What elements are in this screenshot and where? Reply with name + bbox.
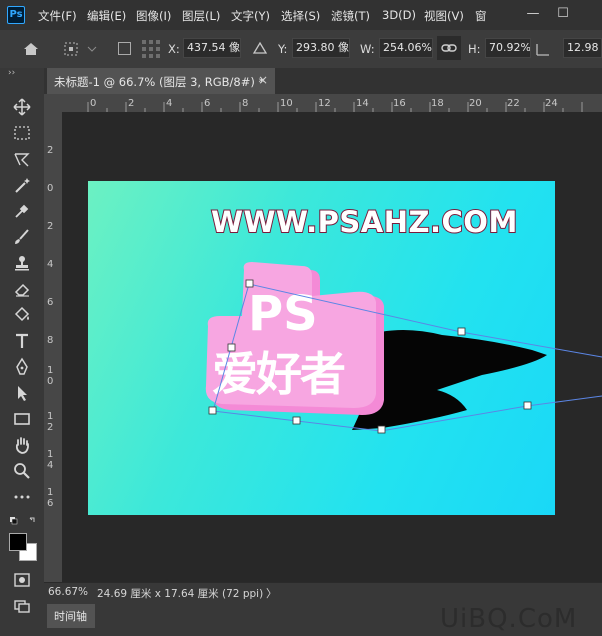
y-label: Y: [278,42,288,56]
menu-layer[interactable]: 图层(L) [182,8,220,24]
ruler-left-label: 8 [47,335,54,346]
stamp-icon[interactable] [11,253,33,273]
ruler-top-label: 12 [318,98,331,109]
rectangle-tool-icon[interactable] [11,409,33,429]
menu-image[interactable]: 图像(I) [136,8,171,24]
document-size: 24.69 厘米 x 17.64 厘米 (72 ppi) [97,588,264,600]
paint-bucket-icon[interactable] [11,305,33,325]
ruler-left-label: 2 [47,221,54,232]
ruler-left-label: 1 6 [47,487,54,509]
ruler-left-label: 6 [47,297,54,308]
ruler-top-label: 2 [128,98,135,109]
ruler-corner [44,94,62,112]
site-watermark: UiBQ.CoM [440,604,578,634]
zoom-tool-icon[interactable] [11,461,33,481]
rect-marquee-icon[interactable] [11,123,33,143]
menu-select[interactable]: 选择(S) [281,8,320,24]
menu-edit[interactable]: 编辑(E) [87,8,126,24]
minimize-button[interactable]: — [526,7,540,21]
screen-mode-icon[interactable] [11,596,33,616]
zoom-level[interactable]: 66.67% [48,586,88,598]
document-tab-title[interactable]: 未标题-1 @ 66.7% (图层 3, RGB/8#) * [54,74,264,90]
ruler-left-label: 1 2 [47,411,54,433]
default-colors-icon[interactable] [8,515,38,527]
ruler-left-label: 1 4 [47,449,54,471]
ruler-top-label: 10 [280,98,293,109]
reference-point-icon[interactable] [62,40,98,58]
w-label: W: [360,42,375,56]
menu-file[interactable]: 文件(F) [38,8,77,24]
height-field[interactable]: 70.92% [485,38,531,58]
h-label: H: [468,42,481,56]
canvas-watermark-text: WWW.PSAHZ.COM [210,204,518,240]
ruler-left-label: 0 [47,183,54,194]
lasso-icon[interactable] [11,149,33,169]
ruler-top-label: 18 [431,98,444,109]
logo-cn-text: 爱好者 [212,347,345,401]
magic-wand-icon[interactable] [11,175,33,195]
foreground-color-swatch[interactable] [9,533,27,551]
menu-3d[interactable]: 3D(D) [382,8,416,22]
move-tool-icon[interactable] [11,97,33,117]
logo-ps-text: PS [248,286,318,342]
ruler-left-label: 4 [47,259,54,270]
transform-handle[interactable] [245,279,254,288]
ruler-top-label: 6 [204,98,211,109]
menu-type[interactable]: 文字(Y) [231,8,270,24]
link-icon[interactable] [437,36,461,60]
app-logo-icon: Ps [7,6,25,24]
transform-handle[interactable] [457,327,466,336]
ruler-top-label: 22 [507,98,520,109]
transform-handle[interactable] [208,406,217,415]
canvas-artwork: PS 爱好者 [205,262,602,434]
transform-handle[interactable] [292,416,301,425]
reference-grid-icon[interactable] [140,38,162,60]
ruler-left-label: 2 [47,145,54,156]
more-tools-icon[interactable] [11,487,33,507]
use-reference-checkbox[interactable] [118,42,131,55]
chevron-right-icon[interactable]: 〉 [266,585,277,601]
maximize-button[interactable]: ☐ [556,7,570,21]
ruler-top-label: 0 [90,98,97,109]
eraser-icon[interactable] [11,279,33,299]
close-tab-icon[interactable]: × [258,73,268,87]
ruler-top-label: 16 [393,98,406,109]
hand-tool-icon[interactable] [11,435,33,455]
ruler-top-ticks [87,102,583,112]
menu-filter[interactable]: 滤镜(T) [331,8,370,24]
quick-mask-icon[interactable] [11,570,33,590]
ruler-top-label: 4 [166,98,173,109]
home-icon[interactable] [20,38,42,60]
x-label: X: [168,42,180,56]
transform-handle[interactable] [377,425,386,434]
eyedropper-icon[interactable] [11,201,33,221]
ruler-top-label: 14 [356,98,369,109]
angle-icon [534,40,552,58]
timeline-tab-label[interactable]: 时间轴 [54,608,87,624]
collapse-panel-icon[interactable]: ›› [8,68,15,78]
x-field[interactable]: 437.54 像素 [183,38,241,58]
y-field[interactable]: 293.80 像素 [292,38,350,58]
ruler-top-label: 8 [242,98,249,109]
width-field[interactable]: 254.06% [379,38,433,58]
angle-field[interactable]: 12.98 [563,38,602,58]
transform-handle[interactable] [523,401,532,410]
ruler-left-label: 1 0 [47,365,54,387]
pen-tool-icon[interactable] [11,357,33,377]
delta-icon[interactable] [252,40,268,56]
path-select-icon[interactable] [11,383,33,403]
ruler-top-label: 20 [469,98,482,109]
menu-window[interactable]: 窗 [475,8,487,24]
type-tool-icon[interactable] [11,331,33,351]
ruler-top-label: 24 [545,98,558,109]
brush-icon[interactable] [11,227,33,247]
menu-view[interactable]: 视图(V) [424,8,464,24]
transform-handle[interactable] [227,343,236,352]
